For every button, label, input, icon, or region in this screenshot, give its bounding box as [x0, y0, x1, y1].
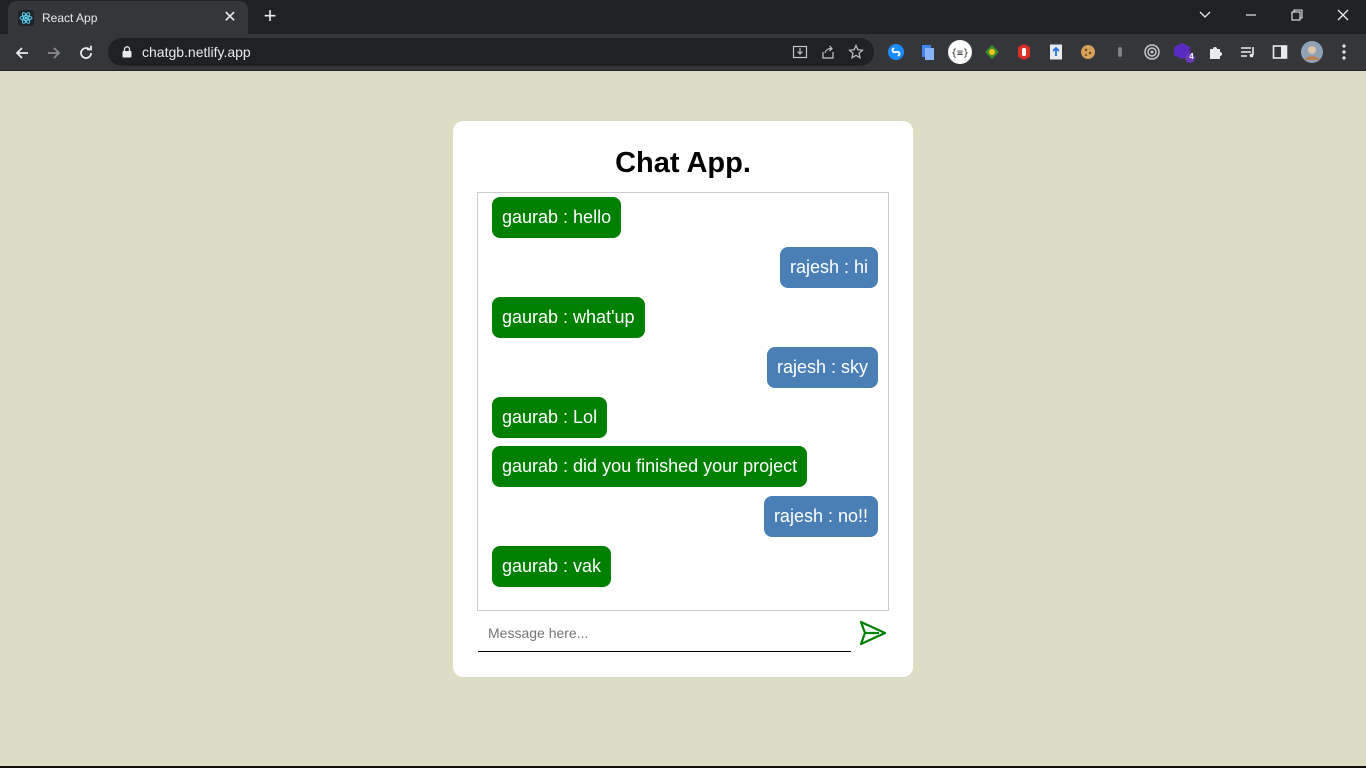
address-bar[interactable]: chatgb.netlify.app	[108, 38, 874, 66]
url-text: chatgb.netlify.app	[142, 44, 251, 60]
message-bubble-incoming: gaurab : vak	[492, 546, 612, 587]
extension-badge: 4	[1189, 52, 1194, 61]
target-extension-icon[interactable]	[1140, 40, 1164, 64]
tab-react-app[interactable]: React App ✕	[8, 1, 248, 34]
message-composer	[478, 615, 888, 653]
message-bubble-incoming: gaurab : Lol	[492, 397, 608, 438]
minimize-button[interactable]	[1228, 0, 1274, 30]
docs-extension-icon[interactable]	[916, 40, 940, 64]
message-bubble-outgoing: rajesh : sky	[766, 347, 878, 388]
chevron-down-icon	[1199, 11, 1211, 18]
svg-text:{≡}: {≡}	[951, 48, 969, 59]
tab-strip: React App ✕ +	[0, 0, 1366, 34]
upload-extension-icon[interactable]	[1044, 40, 1068, 64]
reload-icon	[80, 45, 92, 59]
side-panel-icon[interactable]	[1268, 40, 1292, 64]
share-icon[interactable]	[814, 38, 842, 66]
arrow-left-icon	[15, 47, 28, 59]
minimize-icon	[1246, 14, 1256, 16]
message-bubble-incoming: gaurab : did you finished your project	[492, 446, 808, 487]
new-tab-button[interactable]: +	[258, 5, 282, 28]
send-icon	[859, 620, 887, 646]
arrow-right-icon	[48, 47, 61, 59]
message-bubble-incoming: gaurab : hello	[492, 197, 622, 238]
purple-cube-extension-icon[interactable]: 4	[1172, 40, 1196, 64]
message-bubble-outgoing: rajesh : hi	[779, 247, 878, 288]
cookie-extension-icon[interactable]	[1076, 40, 1100, 64]
browser-toolbar: chatgb.netlify.app {≡} 4	[0, 34, 1366, 71]
back-button[interactable]	[8, 39, 36, 67]
media-queue-icon[interactable]	[1236, 40, 1260, 64]
browser-menu-icon[interactable]	[1332, 40, 1356, 64]
capsule-extension-icon[interactable]	[1108, 40, 1132, 64]
close-window-button[interactable]	[1320, 0, 1366, 30]
close-tab-icon[interactable]: ✕	[222, 9, 238, 26]
send-button[interactable]	[858, 618, 888, 648]
extensions-puzzle-icon[interactable]	[1204, 40, 1228, 64]
globe-extension-icon[interactable]	[980, 40, 1004, 64]
reload-button[interactable]	[72, 39, 100, 67]
page-title: Chat App.	[615, 147, 751, 179]
message-input[interactable]	[478, 615, 851, 652]
bookmark-star-icon[interactable]	[842, 38, 870, 66]
lock-icon	[120, 45, 134, 59]
restore-icon	[1291, 9, 1303, 21]
json-viewer-extension-icon[interactable]: {≡}	[948, 40, 972, 64]
close-icon	[1337, 9, 1349, 21]
restore-button[interactable]	[1274, 0, 1320, 30]
shazam-extension-icon[interactable]	[884, 40, 908, 64]
message-list[interactable]: gaurab : hello rajesh : hi gaurab : what'u…	[477, 192, 889, 611]
profile-avatar[interactable]	[1300, 40, 1324, 64]
message-bubble-outgoing: rajesh : no!!	[763, 496, 878, 537]
install-app-icon[interactable]	[786, 38, 814, 66]
message-bubble-incoming: gaurab : what'up	[492, 297, 645, 338]
forward-button[interactable]	[40, 39, 68, 67]
chat-card: Chat App. gaurab : hello rajesh : hi gaura…	[453, 121, 913, 677]
react-logo-icon	[18, 9, 34, 26]
tab-title: React App	[42, 10, 98, 25]
stop-hand-extension-icon[interactable]	[1012, 40, 1036, 64]
tab-search-button[interactable]	[1182, 0, 1228, 30]
